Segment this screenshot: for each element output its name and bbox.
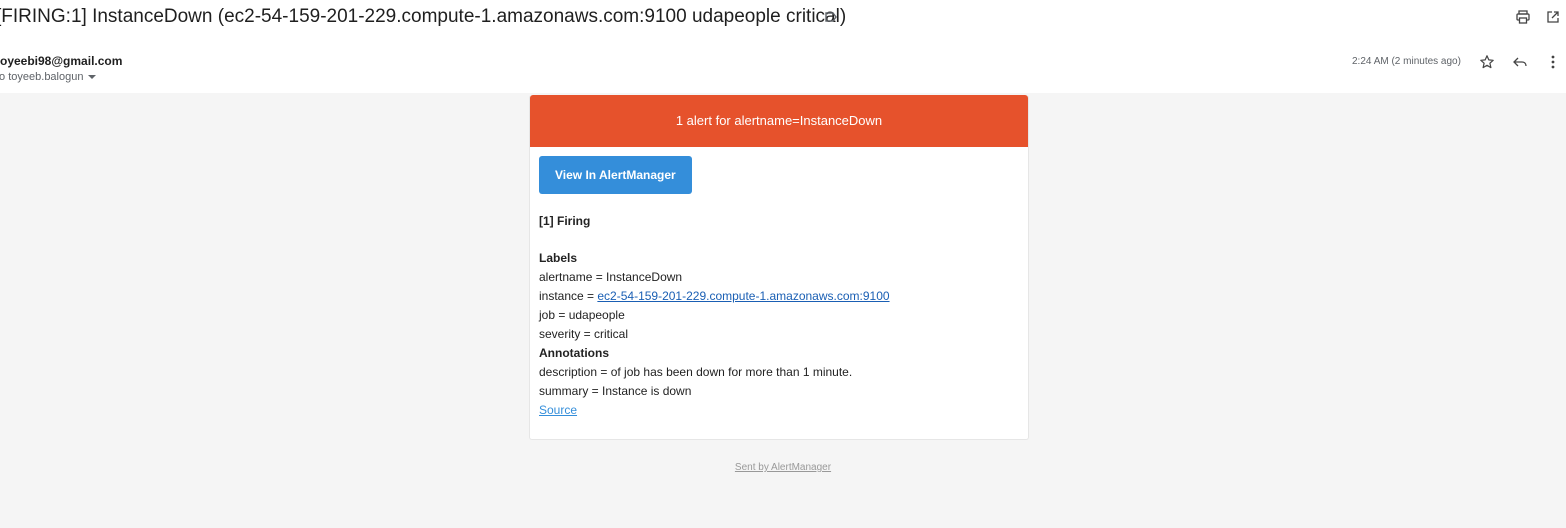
- alert-header: 1 alert for alertname=InstanceDown: [530, 95, 1028, 147]
- view-in-alertmanager-button[interactable]: View In AlertManager: [539, 156, 692, 194]
- annotations-title: Annotations: [539, 346, 609, 360]
- chevron-down-icon[interactable]: [88, 75, 97, 80]
- alert-card: 1 alert for alertname=InstanceDown View …: [529, 95, 1029, 440]
- star-icon[interactable]: [1479, 54, 1495, 70]
- email-body: 1 alert for alertname=InstanceDown View …: [0, 93, 1566, 528]
- source-link[interactable]: Source: [539, 403, 577, 417]
- footer: Sent by AlertManager: [0, 462, 1566, 473]
- sender-email[interactable]: toyeebi98@gmail.com: [0, 54, 122, 68]
- label-instance: instance = ec2-54-159-201-229.compute-1.…: [539, 287, 1019, 306]
- label-severity: severity = critical: [539, 327, 629, 341]
- firing-title: [1] Firing: [539, 214, 591, 228]
- open-in-new-window-icon[interactable]: [1545, 9, 1561, 25]
- email-subject: [FIRING:1] InstanceDown (ec2-54-159-201-…: [0, 6, 847, 27]
- annotation-description: description = of job has been down for m…: [539, 365, 853, 379]
- label-instance-prefix: instance =: [539, 289, 598, 303]
- recipient-line[interactable]: to toyeeb.balogun: [0, 71, 97, 83]
- label-icon[interactable]: [824, 10, 838, 24]
- annotation-summary: summary = Instance is down: [539, 384, 692, 398]
- email-timestamp: 2:24 AM (2 minutes ago): [1352, 56, 1461, 67]
- sent-by-alertmanager-link[interactable]: Sent by AlertManager: [735, 462, 831, 473]
- more-vertical-icon[interactable]: [1545, 54, 1561, 70]
- labels-title: Labels: [539, 251, 578, 265]
- instance-link[interactable]: ec2-54-159-201-229.compute-1.amazonaws.c…: [597, 289, 889, 303]
- reply-icon[interactable]: [1512, 54, 1528, 70]
- label-job: job = udapeople: [539, 308, 625, 322]
- recipient-text: to toyeeb.balogun: [0, 71, 84, 83]
- label-alertname: alertname = InstanceDown: [539, 270, 683, 284]
- alert-content: View In AlertManager [1] Firing Labels a…: [539, 156, 1019, 420]
- print-icon[interactable]: [1515, 9, 1531, 25]
